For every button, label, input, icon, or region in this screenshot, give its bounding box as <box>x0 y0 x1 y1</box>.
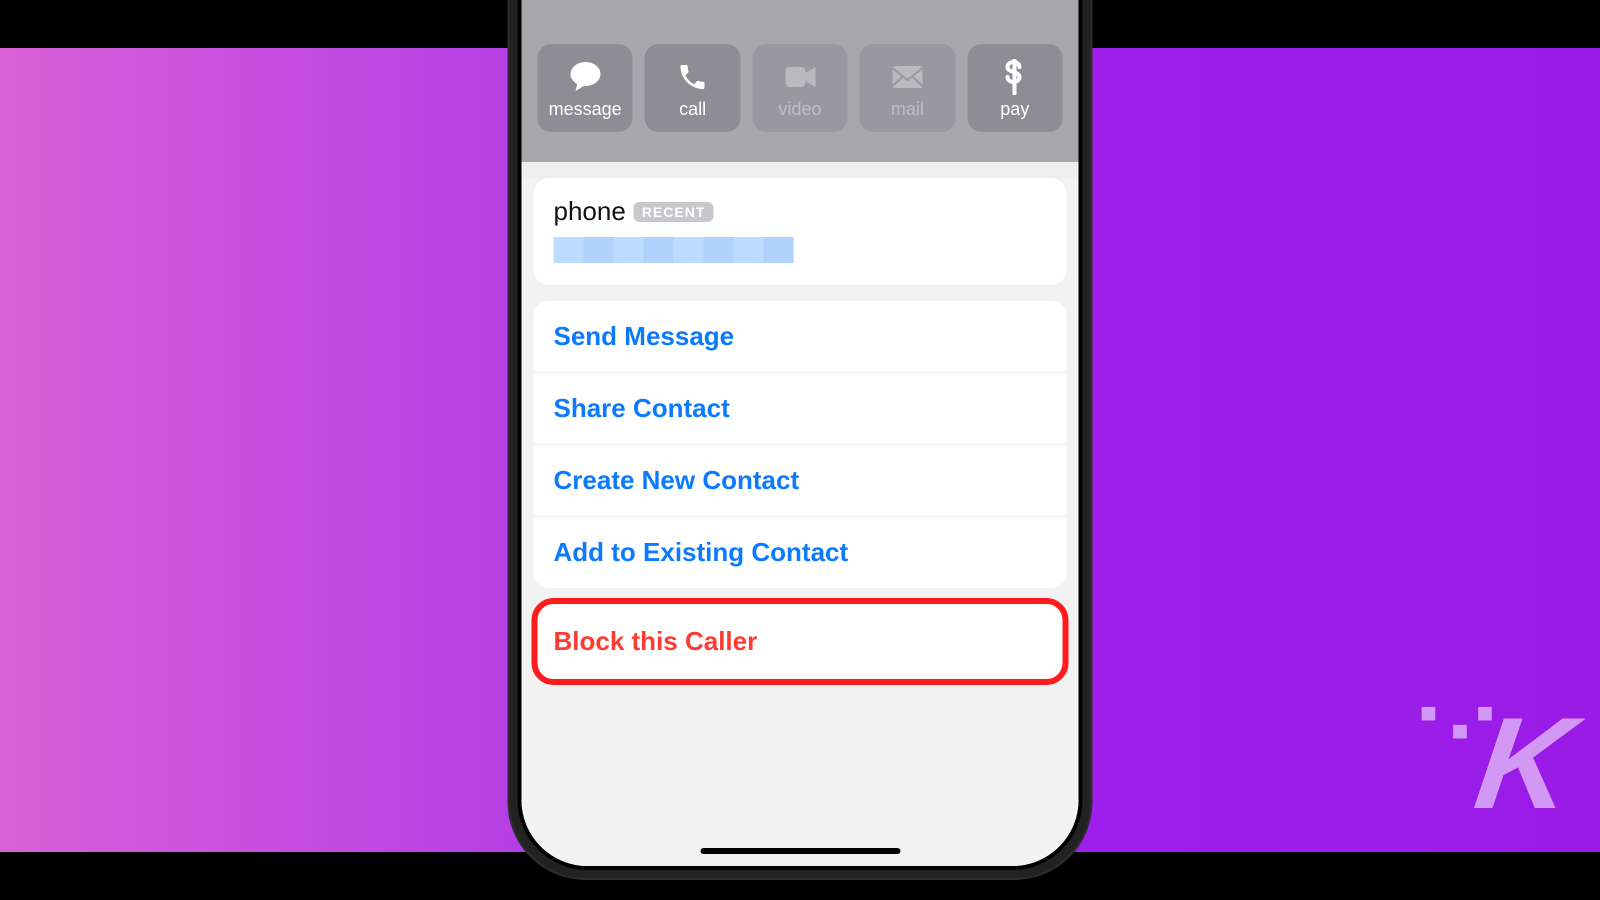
phone-icon <box>677 57 709 97</box>
pay-label: pay <box>1000 99 1029 120</box>
phone-screen: message call video <box>518 0 1083 870</box>
dollar-icon <box>1004 57 1026 97</box>
block-caller-highlight[interactable]: Block this Caller <box>532 598 1069 685</box>
watermark-logo: ■ ■ ■ K <box>1478 698 1572 828</box>
mail-button: mail <box>860 44 955 132</box>
create-new-contact-option[interactable]: Create New Contact <box>534 444 1067 516</box>
call-label: call <box>679 99 706 120</box>
message-label: message <box>549 99 622 120</box>
pay-button[interactable]: pay <box>967 44 1062 132</box>
block-caller-label: Block this Caller <box>554 626 1047 657</box>
message-icon <box>567 57 603 97</box>
home-indicator[interactable] <box>700 848 900 854</box>
call-button[interactable]: call <box>645 44 740 132</box>
video-button: video <box>752 44 847 132</box>
contact-action-row: message call video <box>522 44 1079 132</box>
phone-frame: message call video <box>508 0 1093 880</box>
recent-badge: RECENT <box>634 202 714 222</box>
options-card: Send Message Share Contact Create New Co… <box>534 301 1067 588</box>
mail-icon <box>890 57 924 97</box>
message-button[interactable]: message <box>537 44 632 132</box>
video-icon <box>783 57 817 97</box>
share-contact-option[interactable]: Share Contact <box>534 372 1067 444</box>
add-to-existing-contact-option[interactable]: Add to Existing Contact <box>534 516 1067 588</box>
phone-info-card[interactable]: phone RECENT <box>534 178 1067 285</box>
video-label: video <box>778 99 821 120</box>
phone-number-redacted <box>554 237 794 263</box>
content-area: phone RECENT Send Message Share Contact … <box>522 178 1079 870</box>
phone-field-label: phone <box>554 196 626 227</box>
mail-label: mail <box>891 99 924 120</box>
contact-header: message call video <box>522 0 1079 162</box>
send-message-option[interactable]: Send Message <box>534 301 1067 372</box>
